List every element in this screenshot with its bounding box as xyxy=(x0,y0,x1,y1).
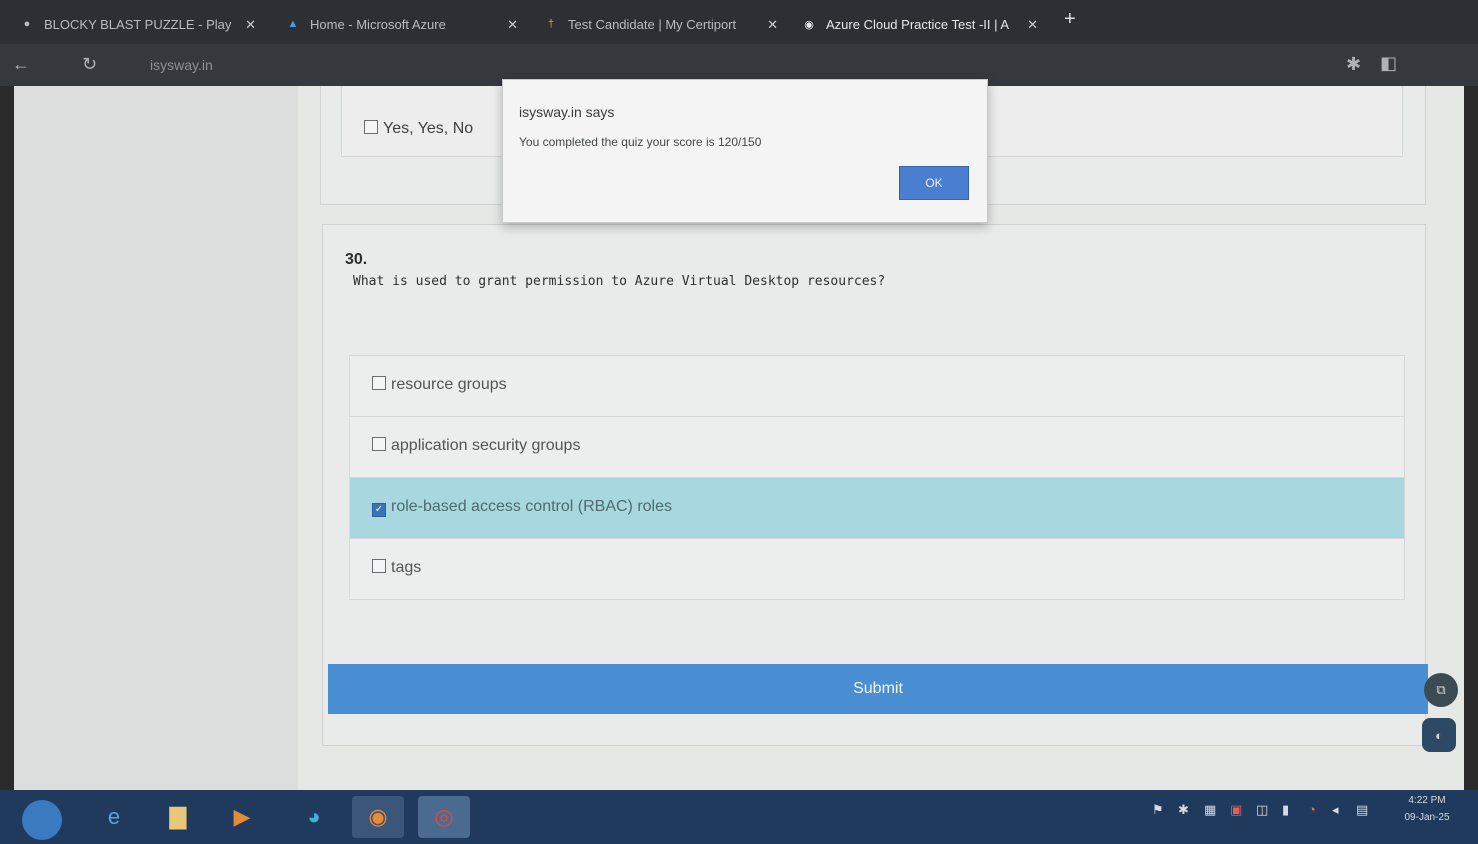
option-resource-groups[interactable]: resource groups xyxy=(349,355,1405,417)
network-icon[interactable]: ▦ xyxy=(1204,802,1216,818)
media-player-icon[interactable]: ▶ xyxy=(216,796,268,838)
game-icon: ● xyxy=(23,18,31,30)
browser-tab-bar: ● BLOCKY BLAST PUZZLE - Play ✕ ▲ Home - … xyxy=(0,0,1478,44)
close-tab-icon[interactable]: ✕ xyxy=(1027,17,1038,33)
assistant-icon[interactable]: ◐ xyxy=(1422,718,1456,752)
flag-icon[interactable]: ⚑ xyxy=(1152,802,1164,818)
security-icon[interactable]: ▣ xyxy=(1230,802,1242,818)
options-list: resource groups application security gro… xyxy=(349,355,1405,600)
left-sidebar xyxy=(14,86,298,790)
option-label: application security groups xyxy=(391,437,581,454)
option-tags[interactable]: tags xyxy=(349,539,1405,600)
volume-icon[interactable]: ◂ xyxy=(1332,802,1339,818)
checkbox[interactable] xyxy=(372,437,386,451)
system-clock[interactable]: 4:22 PM 09-Jan-25 xyxy=(1392,792,1462,826)
option-label: role-based access control (RBAC) roles xyxy=(391,498,672,515)
extensions-icon[interactable]: ✱ xyxy=(1346,54,1361,75)
dialog-message: You completed the quiz your score is 120… xyxy=(519,135,762,149)
os-taskbar: e ▇ ▶ ◕ ◉ ◎ ⚑ ✱ ▦ ▣ ◫ ▮ ◔ ◂ ▤ 4:22 PM 09… xyxy=(0,790,1478,844)
power-icon[interactable]: ◔ xyxy=(1308,802,1316,817)
display-icon[interactable]: ◫ xyxy=(1256,802,1268,818)
battery-icon[interactable]: ▮ xyxy=(1282,802,1289,818)
option-label: resource groups xyxy=(391,376,507,393)
alert-dialog: isysway.in says You completed the quiz y… xyxy=(502,79,988,223)
close-tab-icon[interactable]: ✕ xyxy=(507,17,518,33)
screen-bezel-right xyxy=(1464,86,1478,790)
side-panel-icon[interactable]: ◧ xyxy=(1380,53,1397,74)
ok-button[interactable]: OK xyxy=(899,166,969,200)
notification-icon[interactable]: ▤ xyxy=(1356,802,1368,818)
dialog-title: isysway.in says xyxy=(519,104,615,120)
tab-title: Home - Microsoft Azure xyxy=(310,16,446,32)
azure-icon: ▲ xyxy=(287,18,299,30)
bluetooth-icon[interactable]: ✱ xyxy=(1178,802,1189,818)
tab-title: BLOCKY BLAST PUZZLE - Play xyxy=(44,16,232,32)
option-label: tags xyxy=(391,559,422,576)
clock-time: 4:22 PM xyxy=(1408,795,1446,806)
clock-date: 09-Jan-25 xyxy=(1404,812,1450,823)
address-bar[interactable]: isysway.in xyxy=(150,57,213,73)
chrome-icon[interactable]: ◎ xyxy=(418,796,470,838)
checkbox[interactable] xyxy=(364,120,378,134)
edge-icon[interactable]: ◕ xyxy=(288,796,340,838)
tab-microsoft-azure[interactable]: ▲ Home - Microsoft Azure ✕ xyxy=(286,8,518,40)
reload-icon[interactable]: ↻ xyxy=(82,54,97,75)
close-tab-icon[interactable]: ✕ xyxy=(767,17,778,33)
tab-azure-practice-test[interactable]: ◉ Azure Cloud Practice Test -II | A ✕ xyxy=(802,8,1038,40)
tab-blocky-blast[interactable]: ● BLOCKY BLAST PUZZLE - Play ✕ xyxy=(20,8,256,40)
internet-explorer-icon[interactable]: e xyxy=(88,796,140,838)
option-application-security-groups[interactable]: application security groups xyxy=(349,417,1405,478)
tab-title: Test Candidate | My Certiport xyxy=(568,16,737,32)
floating-action-icon[interactable]: ⧉ xyxy=(1424,673,1458,707)
tab-certiport[interactable]: † Test Candidate | My Certiport ✕ xyxy=(544,8,778,40)
option-rbac-roles[interactable]: ✓ role-based access control (RBAC) roles xyxy=(349,478,1405,539)
tab-title: Azure Cloud Practice Test -II | A xyxy=(826,16,1010,32)
file-explorer-icon[interactable]: ▇ xyxy=(152,796,204,838)
start-button[interactable] xyxy=(22,800,62,840)
firefox-icon[interactable]: ◉ xyxy=(352,796,404,838)
certiport-icon: † xyxy=(547,18,555,30)
submit-button[interactable]: Submit xyxy=(328,664,1428,714)
globe-icon: ◉ xyxy=(804,18,814,31)
screen-bezel-left xyxy=(0,86,14,790)
question-text: What is used to grant permission to Azur… xyxy=(353,274,886,289)
checkbox[interactable] xyxy=(372,559,386,573)
checkbox-checked[interactable]: ✓ xyxy=(372,503,386,517)
close-tab-icon[interactable]: ✕ xyxy=(245,17,256,33)
checkbox[interactable] xyxy=(372,376,386,390)
option-label: Yes, Yes, No xyxy=(383,120,474,137)
back-arrow-icon[interactable]: ← xyxy=(12,54,30,75)
new-tab-icon[interactable]: + xyxy=(1064,8,1076,31)
question-number: 30. xyxy=(345,251,368,268)
